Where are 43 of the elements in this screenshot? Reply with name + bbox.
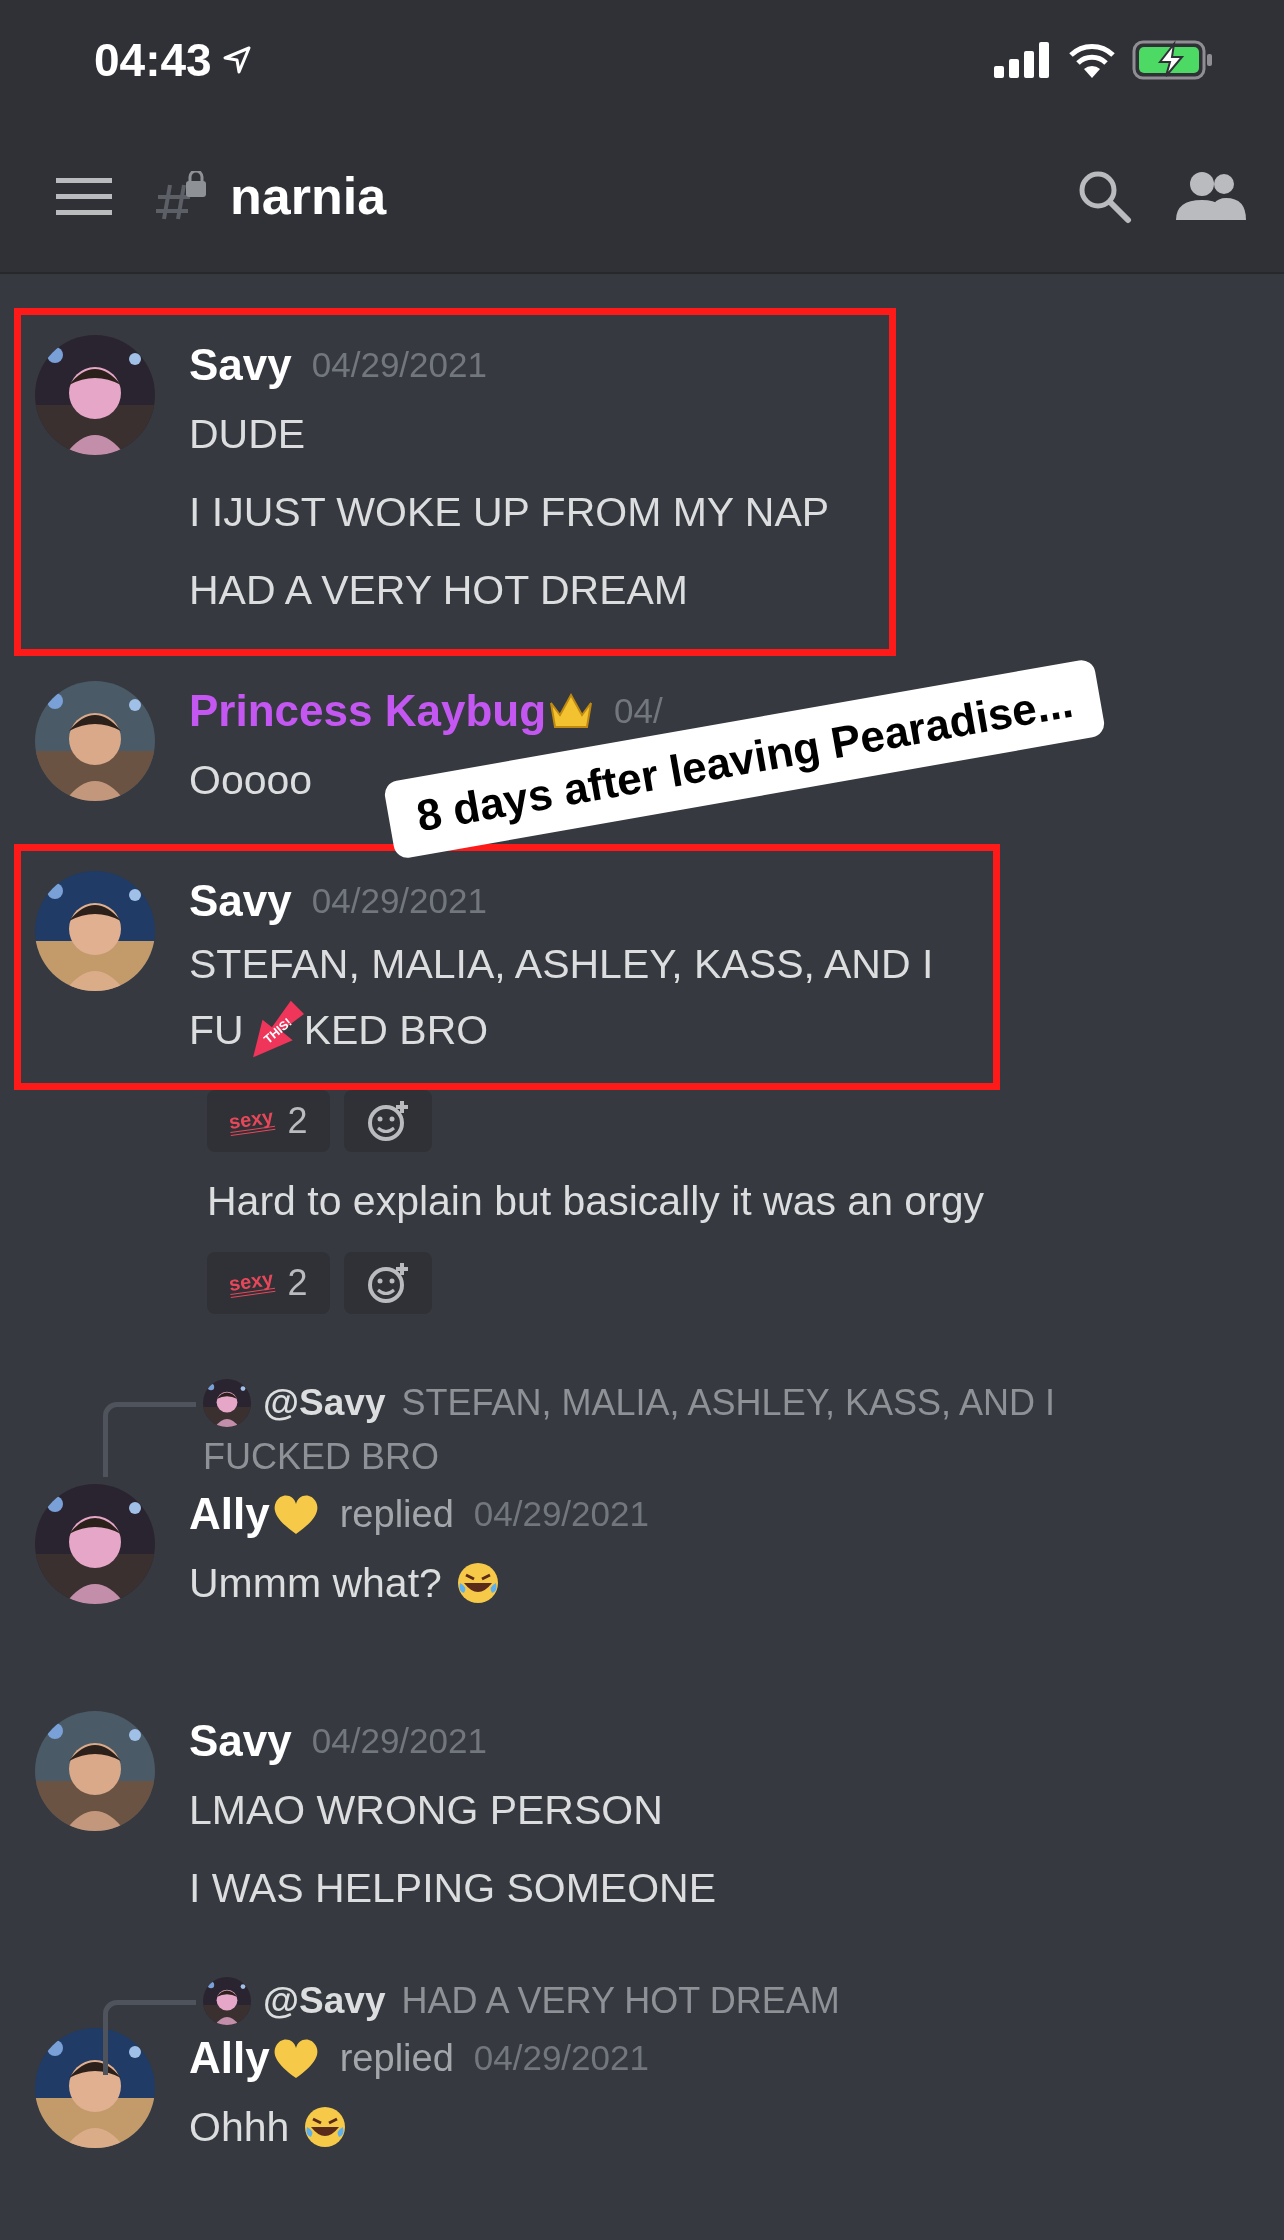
author-name[interactable]: Ally xyxy=(189,1489,270,1539)
message-date: 04/ xyxy=(614,691,663,731)
battery-charging-icon xyxy=(1132,40,1214,80)
reaction-button[interactable]: sexy 2 xyxy=(207,1090,330,1152)
add-reaction-button[interactable] xyxy=(343,1090,432,1152)
add-emoji-icon xyxy=(365,1261,410,1305)
message-date: 04/29/2021 xyxy=(311,1721,487,1761)
message-date: 04/29/2021 xyxy=(311,345,487,385)
message-text: I WAS HELPING SOMEONE xyxy=(189,1864,716,1912)
add-emoji-icon xyxy=(365,1099,410,1143)
locked-channel-icon xyxy=(156,171,208,221)
replied-label: replied xyxy=(339,2036,454,2080)
replied-label: replied xyxy=(339,1492,454,1536)
message-date: 04/29/2021 xyxy=(473,2038,649,2078)
author-name[interactable]: Savy xyxy=(189,340,292,390)
message-text: KED BRO xyxy=(303,1006,489,1054)
author-name[interactable]: Savy xyxy=(189,1716,292,1766)
message-text: Ooooo xyxy=(189,756,313,804)
message-text: HAD A VERY HOT DREAM xyxy=(189,566,688,614)
channel-name: narnia xyxy=(230,166,388,226)
add-reaction-button[interactable] xyxy=(343,1252,432,1314)
reaction-button[interactable]: sexy 2 xyxy=(207,1252,330,1314)
message-text: LMAO WRONG PERSON xyxy=(189,1786,663,1834)
author-name[interactable]: Ally xyxy=(189,2033,270,2083)
message-text: Hard to explain but basically it was an orgy xyxy=(206,1177,986,1226)
menu-icon[interactable] xyxy=(56,176,112,216)
reply-preview[interactable]: FUCKED BRO xyxy=(203,1430,440,1484)
reply-preview[interactable]: @Savy HAD A VERY HOT DREAM xyxy=(263,1974,840,2028)
status-time: 04:43 xyxy=(94,33,212,87)
message-text: Ummm what? xyxy=(189,1559,442,1607)
message-date: 04/29/2021 xyxy=(311,881,487,921)
message-text: DUDE xyxy=(189,410,306,458)
message-text: FU xyxy=(189,1006,244,1054)
message-text: I IJUST WOKE UP FROM MY NAP xyxy=(189,488,830,536)
reply-preview[interactable]: @Savy STEFAN, MALIA, ASHLEY, KASS, AND I xyxy=(263,1376,1056,1430)
message-text: Ohhh xyxy=(189,2103,290,2151)
signal-icon xyxy=(994,42,1052,78)
members-icon[interactable] xyxy=(1176,170,1248,222)
message-date: 04/29/2021 xyxy=(473,1494,649,1534)
location-arrow-icon xyxy=(221,45,252,75)
author-name[interactable]: Savy xyxy=(189,876,292,926)
message-text: STEFAN, MALIA, ASHLEY, KASS, AND I xyxy=(189,940,934,988)
wifi-icon xyxy=(1068,42,1116,78)
